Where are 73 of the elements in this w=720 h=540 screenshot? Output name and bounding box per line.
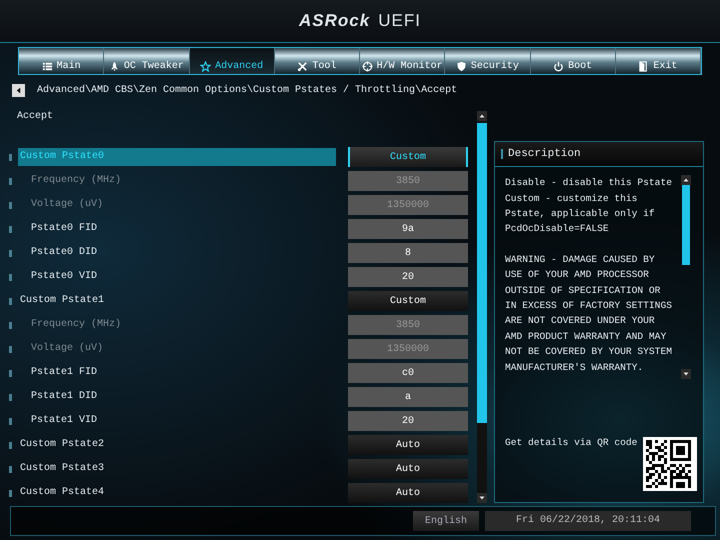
scroll-down-button[interactable] bbox=[477, 493, 487, 504]
setting-label[interactable]: Custom Pstate3 bbox=[18, 460, 336, 478]
row-marker-icon bbox=[9, 442, 12, 449]
tab[interactable]: Tool bbox=[274, 48, 360, 74]
breadcrumb-path: Advanced\AMD CBS\Zen Common Options\Custom Pstates / Throttling\Accept bbox=[37, 84, 458, 96]
row-marker-icon bbox=[9, 322, 12, 329]
star-icon bbox=[200, 61, 212, 72]
option-dropdown[interactable]: Custom bbox=[348, 147, 468, 168]
up-arrow-icon bbox=[683, 177, 689, 184]
option-dropdown[interactable]: Custom bbox=[348, 291, 468, 312]
tab[interactable]: Exit bbox=[616, 48, 701, 74]
row-marker-icon bbox=[9, 490, 12, 497]
product-name: UEFI bbox=[378, 11, 421, 32]
shield-icon bbox=[456, 61, 467, 72]
tab[interactable]: Advanced bbox=[190, 48, 275, 74]
row-marker-icon bbox=[9, 394, 12, 401]
scrollbar-thumb[interactable] bbox=[477, 123, 487, 424]
option-dropdown[interactable]: Auto bbox=[348, 483, 468, 504]
scrollbar-thumb[interactable] bbox=[682, 185, 690, 266]
row-marker-icon bbox=[9, 178, 12, 185]
list-icon bbox=[42, 61, 53, 72]
setting-label[interactable]: Custom Pstate4 bbox=[18, 484, 336, 502]
brand-logo: ASRock bbox=[299, 11, 370, 32]
tab[interactable]: Main bbox=[19, 48, 104, 74]
value-field[interactable]: 20 bbox=[348, 267, 468, 288]
door-icon bbox=[638, 61, 650, 72]
value-field[interactable]: 9a bbox=[348, 219, 468, 240]
tools-icon bbox=[297, 61, 308, 72]
row-marker-icon bbox=[9, 226, 12, 233]
value-field[interactable]: 8 bbox=[348, 243, 468, 264]
scroll-up-button[interactable] bbox=[477, 111, 487, 122]
date-time: Fri 06/22/2018, 20:11:04 bbox=[485, 511, 691, 532]
back-arrow-icon bbox=[15, 86, 22, 94]
setting-label[interactable]: Pstate0 FID bbox=[18, 220, 336, 238]
page-title: Accept bbox=[17, 111, 54, 124]
description-title: Description bbox=[508, 148, 581, 160]
tab[interactable]: Security bbox=[445, 48, 530, 74]
setting-label[interactable]: Pstate0 DID bbox=[18, 244, 336, 262]
power-icon bbox=[553, 61, 564, 72]
setting-label[interactable]: Custom Pstate1 bbox=[18, 292, 336, 310]
row-marker-icon bbox=[9, 154, 12, 161]
row-marker-icon bbox=[9, 466, 12, 473]
row-marker-icon bbox=[9, 202, 12, 209]
row-marker-icon bbox=[9, 370, 12, 377]
up-arrow-icon bbox=[479, 113, 485, 120]
back-button[interactable] bbox=[12, 84, 25, 97]
row-marker-icon bbox=[9, 274, 12, 281]
qr-hint: Get details via QR code bbox=[505, 437, 638, 450]
crosshair-icon bbox=[362, 61, 373, 72]
language-button[interactable]: English bbox=[413, 511, 479, 532]
value-field[interactable]: a bbox=[348, 387, 468, 408]
rocket-icon bbox=[108, 61, 120, 72]
row-marker-icon bbox=[9, 346, 12, 353]
tab[interactable]: Boot bbox=[530, 48, 616, 74]
description-text: WARNING - DAMAGE CAUSED BY USE OF YOUR AMD PROCESSOR OUTSIDE OF SPECIFICATION OR IN EXCESS OF FACTORY SETTINGS ARE NOT COVERED UNDER YOUR AMD PRODUCT WARRANTY AND MAY NOT BE COVERED BY YOUR SYSTEM MANUFACTURER'S WARRANTY. bbox=[505, 252, 673, 375]
value-field[interactable]: 20 bbox=[348, 411, 468, 432]
tab[interactable]: H/W Monitor bbox=[360, 48, 446, 74]
setting-label[interactable]: Pstate1 DID bbox=[18, 388, 336, 406]
option-dropdown[interactable]: Auto bbox=[348, 435, 468, 456]
option-dropdown[interactable]: Auto bbox=[348, 459, 468, 480]
setting-label[interactable]: Pstate1 FID bbox=[18, 364, 336, 382]
row-marker-icon bbox=[9, 298, 12, 305]
down-arrow-icon bbox=[683, 371, 689, 378]
scroll-down-button[interactable] bbox=[681, 369, 691, 380]
row-marker-icon bbox=[9, 418, 12, 425]
scroll-up-button[interactable] bbox=[681, 175, 691, 186]
value-field[interactable]: c0 bbox=[348, 363, 468, 384]
row-marker-icon bbox=[9, 250, 12, 257]
down-arrow-icon bbox=[479, 495, 485, 502]
setting-label[interactable]: Pstate0 VID bbox=[18, 268, 336, 286]
description-text: Disable - disable this Pstate Custom - customize this Pstate, applicable only if PcdOcDisable=FALSE bbox=[505, 176, 673, 236]
setting-label[interactable]: Pstate1 VID bbox=[18, 412, 336, 430]
setting-label[interactable]: Custom Pstate2 bbox=[18, 436, 336, 454]
